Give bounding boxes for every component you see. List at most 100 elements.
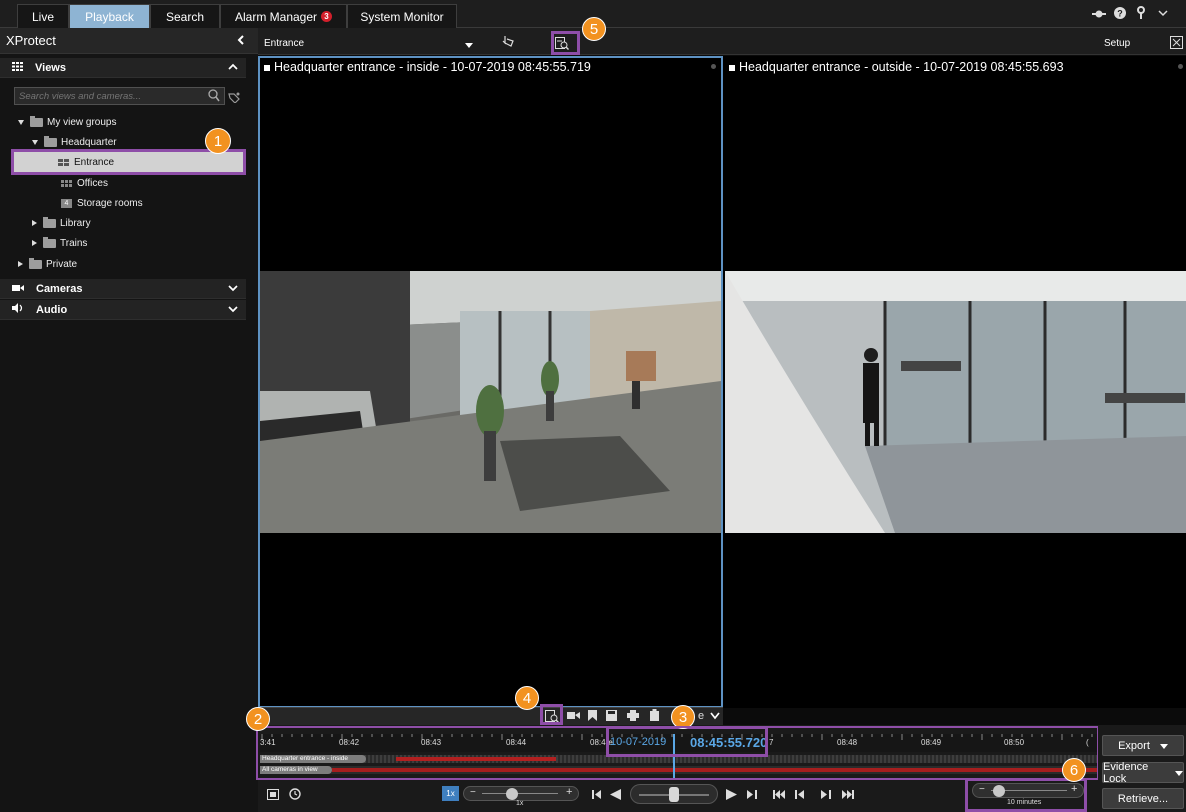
status-dot-icon (1178, 64, 1183, 69)
hand-pointer-icon[interactable] (502, 35, 514, 50)
selection-highlight (11, 149, 246, 175)
jog-handle[interactable] (669, 787, 679, 802)
callout-4: 4 (515, 686, 539, 710)
view-dropdown-icon[interactable] (465, 40, 473, 52)
camera-icon (12, 283, 24, 295)
tree-item-label: My view groups (47, 116, 117, 128)
help-icon[interactable]: ? (1114, 7, 1126, 19)
app-title: XProtect (6, 33, 56, 48)
views-grid-icon (12, 61, 23, 74)
tree-item-offices[interactable]: Offices (61, 173, 108, 193)
search-views-field[interactable] (14, 87, 225, 105)
audio-header-label: Audio (36, 303, 68, 316)
expand-arrow-icon[interactable] (18, 119, 24, 125)
timeline-mode-icon[interactable] (267, 789, 279, 803)
print-icon[interactable] (627, 710, 639, 724)
callout-highlight-2 (256, 726, 1099, 780)
clipboard-icon[interactable] (650, 709, 659, 724)
chevron-down-icon[interactable] (1158, 8, 1168, 18)
step-forward-icon[interactable] (747, 790, 757, 802)
clock-icon[interactable] (289, 788, 301, 803)
tab-system-monitor[interactable]: System Monitor (347, 4, 457, 28)
evidence-lock-button[interactable]: Evidence Lock (1102, 761, 1184, 785)
speed-minus[interactable]: − (470, 787, 476, 798)
last-sequence-icon[interactable] (842, 790, 854, 802)
folder-icon (44, 135, 57, 147)
view-selector[interactable]: Entrance (264, 38, 304, 49)
tree-item-storage-rooms[interactable]: 4 Storage rooms (61, 193, 143, 213)
key-icon[interactable] (1136, 6, 1146, 20)
previous-sequence-icon[interactable] (795, 790, 805, 802)
folder-icon (30, 115, 43, 127)
expand-arrow-icon[interactable] (32, 220, 37, 226)
camera-icon (264, 64, 270, 71)
play-forward-icon[interactable] (726, 789, 737, 803)
callout-5: 5 (582, 17, 606, 41)
tab-label: Live (31, 9, 54, 24)
collapse-sidebar-icon[interactable] (236, 34, 246, 49)
chevron-down-icon[interactable] (710, 711, 720, 723)
speed-1x-button[interactable]: 1x (442, 786, 459, 801)
tile-title-text: Headquarter entrance - outside - 10-07-2… (739, 60, 1064, 74)
speed-slider-thumb[interactable] (506, 788, 518, 800)
tree-item-label: Trains (60, 237, 88, 249)
folder-icon (43, 236, 56, 248)
tree-item-private[interactable]: Private (18, 254, 77, 274)
camera-tile-outside[interactable]: Headquarter entrance - outside - 10-07-2… (723, 56, 1186, 708)
expand-arrow-icon[interactable] (18, 261, 23, 267)
sidebar-header: XProtect (0, 28, 258, 54)
tree-item-label: Offices (77, 177, 108, 189)
next-sequence-icon[interactable] (821, 790, 831, 802)
first-sequence-icon[interactable] (773, 790, 785, 802)
jog-shuttle[interactable] (630, 784, 718, 804)
tree-item-label: Storage rooms (77, 197, 143, 209)
tree-item-my-view-groups[interactable]: My view groups (18, 112, 116, 132)
views-section-header[interactable]: Views (0, 58, 246, 78)
view-toolbar (258, 28, 1186, 55)
camera-tile-inside[interactable]: Headquarter entrance - inside - 10-07-20… (258, 56, 723, 708)
tree-item-library[interactable]: Library (32, 213, 91, 233)
tree-item-label: Headquarter (61, 136, 117, 148)
tree-item-label: Library (60, 217, 91, 229)
more-menu-label[interactable]: e (698, 710, 704, 722)
status-dot-icon (711, 64, 716, 69)
tab-alarm-manager[interactable]: Alarm Manager 3 (220, 4, 347, 28)
expand-arrow-icon[interactable] (32, 240, 37, 246)
cameras-section-header[interactable]: Cameras (0, 279, 246, 299)
video-camera-icon[interactable] (567, 711, 580, 723)
callout-6: 6 (1062, 758, 1086, 782)
filter-tag-icon[interactable] (228, 91, 242, 106)
view-name: Entrance (264, 38, 305, 49)
bookmark-icon[interactable] (588, 710, 597, 724)
tab-label: Playback (85, 9, 134, 24)
fullscreen-icon[interactable] (1170, 36, 1183, 52)
status-icon[interactable] (1092, 9, 1106, 19)
step-back-icon[interactable] (592, 790, 602, 802)
folder-icon (29, 257, 42, 269)
tab-label: System Monitor (360, 9, 444, 24)
tab-search[interactable]: Search (150, 4, 220, 28)
speed-plus[interactable]: + (566, 786, 572, 798)
tab-playback[interactable]: Playback (69, 4, 150, 28)
tab-live[interactable]: Live (17, 4, 69, 28)
tab-label: Search (165, 9, 205, 24)
speed-slider-track (482, 793, 558, 794)
setup-button[interactable]: Setup (1104, 38, 1130, 49)
expand-arrow-icon[interactable] (32, 139, 38, 145)
dropdown-arrow-icon (1175, 767, 1183, 779)
tile-title: Headquarter entrance - inside - 10-07-20… (264, 60, 591, 74)
views-header-label: Views (35, 61, 66, 74)
alarm-count-badge: 3 (321, 11, 333, 22)
camera-video-inside (260, 271, 721, 533)
search-icon[interactable] (208, 89, 220, 105)
speed-slider[interactable]: − + (463, 786, 579, 801)
dropdown-arrow-icon (1159, 740, 1168, 752)
audio-section-header[interactable]: Audio (0, 300, 246, 320)
play-reverse-icon[interactable] (610, 789, 621, 803)
callout-highlight-5 (551, 31, 580, 55)
save-icon[interactable] (606, 710, 617, 724)
tree-item-trains[interactable]: Trains (32, 233, 87, 253)
retrieve-button[interactable]: Retrieve... (1102, 788, 1184, 809)
export-button[interactable]: Export (1102, 735, 1184, 756)
search-input[interactable] (15, 88, 195, 104)
